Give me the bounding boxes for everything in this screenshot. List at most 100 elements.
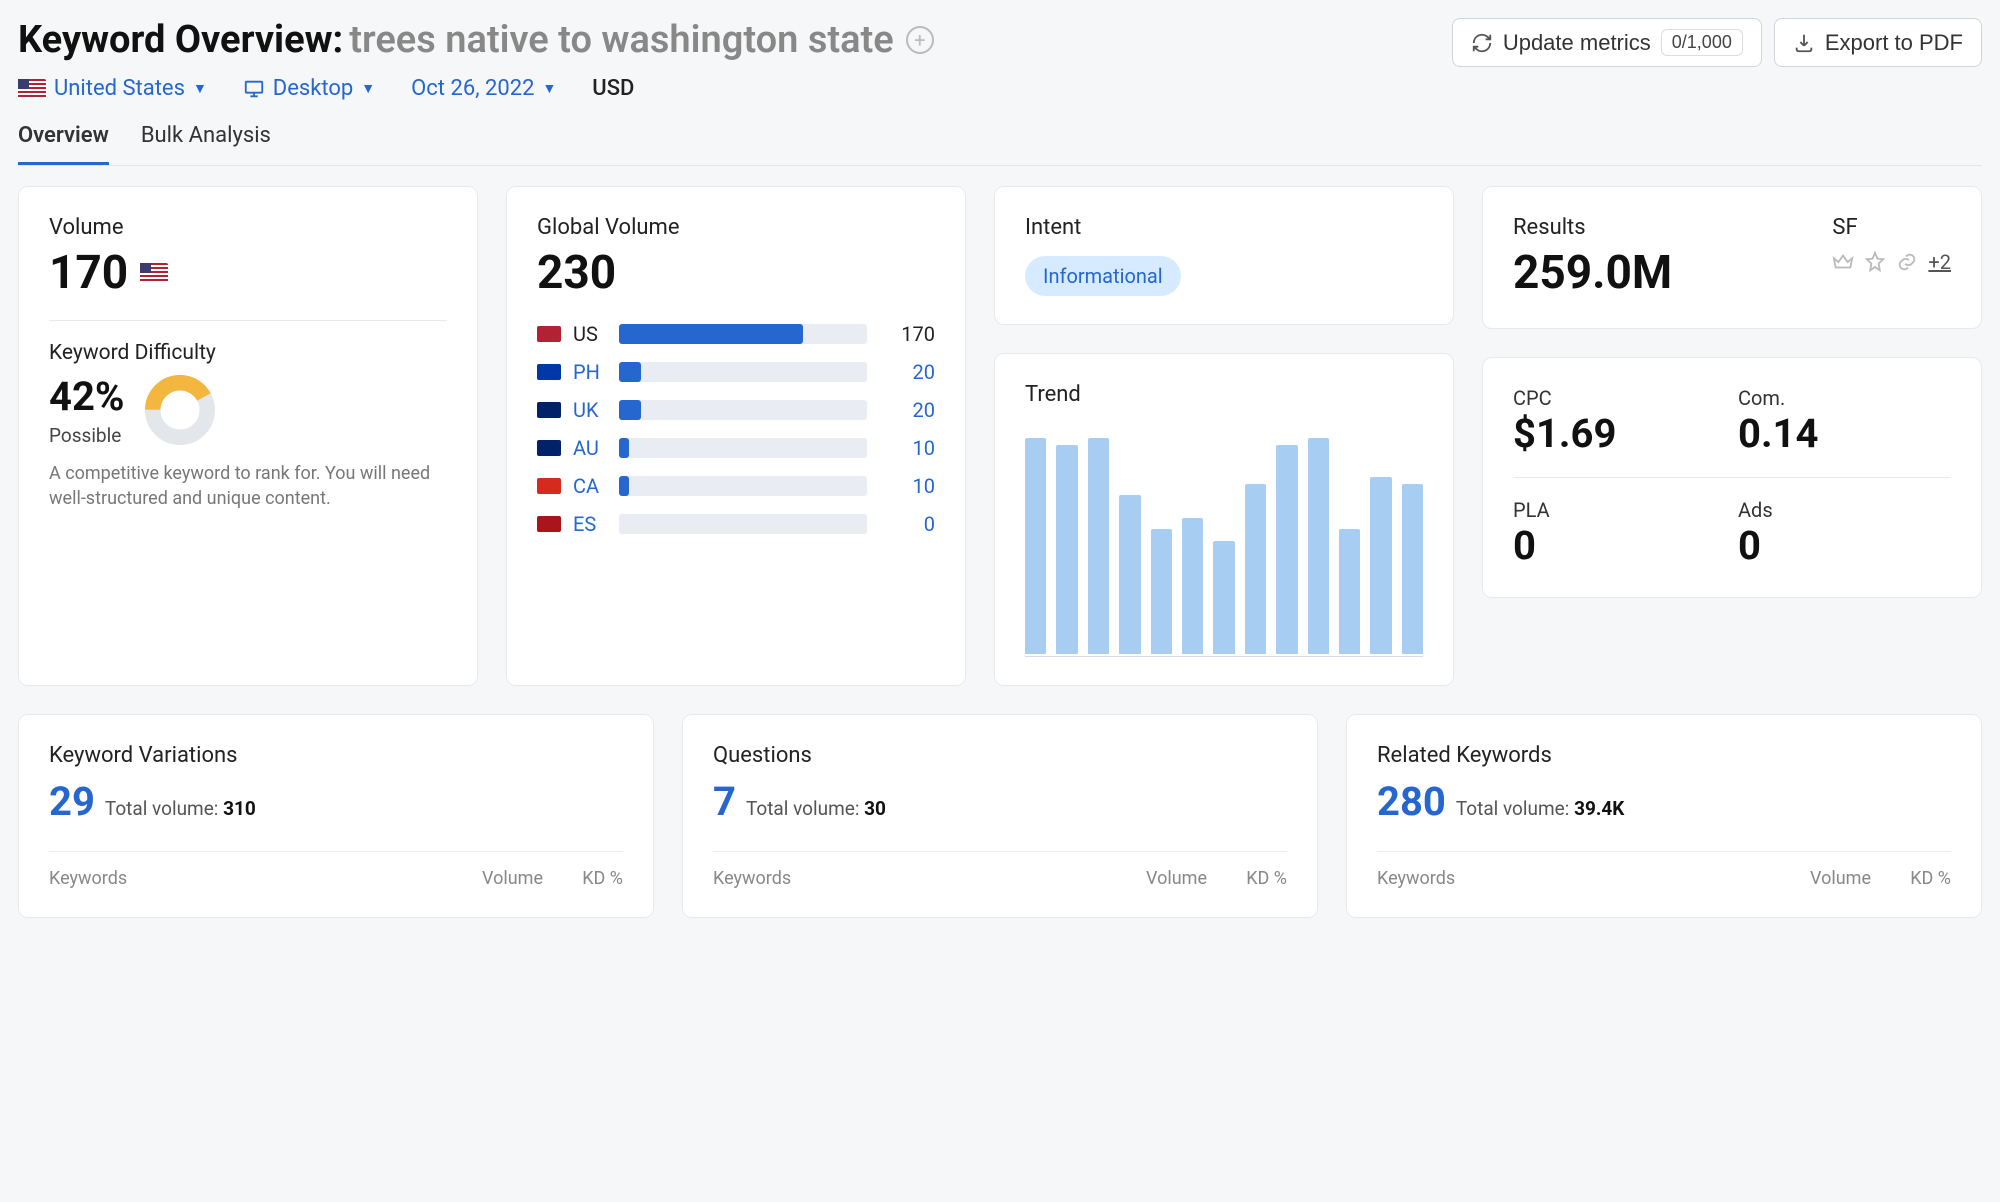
variations-totvol: Total volume: 310 xyxy=(105,797,256,820)
global-volume-total: 230 xyxy=(537,246,935,300)
trend-bar xyxy=(1119,495,1140,654)
ads-label: Ads xyxy=(1738,498,1951,522)
flag-us-icon xyxy=(18,79,46,99)
star-icon xyxy=(1864,251,1886,273)
trend-bar xyxy=(1276,445,1297,654)
flag-us-icon xyxy=(140,263,168,283)
link-icon xyxy=(1896,251,1918,273)
global-volume-row[interactable]: ES0 xyxy=(537,512,935,536)
kd-value: 42% xyxy=(49,373,124,420)
related-count[interactable]: 280 xyxy=(1377,778,1446,825)
variations-title: Keyword Variations xyxy=(49,743,623,768)
volume-bar xyxy=(619,324,867,344)
questions-table-header: Keywords Volume KD % xyxy=(713,851,1287,889)
volume-value: 170 xyxy=(49,246,447,300)
country-label: United States xyxy=(54,76,185,101)
country-code: AU xyxy=(573,436,607,460)
chevron-down-icon: ▼ xyxy=(193,80,207,97)
volume-bar xyxy=(619,476,867,496)
trend-bar xyxy=(1308,438,1329,654)
global-volume-title: Global Volume xyxy=(537,215,935,240)
results-card: Results 259.0M SF +2 xyxy=(1482,186,1982,329)
questions-card: Questions 7 Total volume: 30 Keywords Vo… xyxy=(682,714,1318,918)
kd-description: A competitive keyword to rank for. You w… xyxy=(49,461,447,511)
kd-donut-icon xyxy=(144,374,216,446)
update-counter: 0/1,000 xyxy=(1661,29,1743,56)
questions-title: Questions xyxy=(713,743,1287,768)
com-value: 0.14 xyxy=(1738,410,1951,457)
country-code: US xyxy=(573,322,607,346)
trend-bar xyxy=(1025,438,1046,654)
global-volume-row[interactable]: US 170 xyxy=(537,322,935,346)
desktop-icon xyxy=(243,78,265,100)
country-volume: 20 xyxy=(879,398,935,422)
country-volume: 10 xyxy=(879,474,935,498)
flag-icon xyxy=(537,440,561,456)
country-volume: 170 xyxy=(879,322,935,346)
trend-bar xyxy=(1245,484,1266,654)
flag-icon xyxy=(537,516,561,532)
country-volume: 10 xyxy=(879,436,935,460)
export-icon xyxy=(1793,32,1815,54)
global-volume-card: Global Volume 230 US 170 PH 20 UK 20 AU 10 CA 10 E… xyxy=(506,186,966,686)
serp-features-icons: +2 xyxy=(1832,250,1951,274)
trend-bar xyxy=(1370,477,1391,654)
export-pdf-button[interactable]: Export to PDF xyxy=(1774,18,1982,67)
country-filter[interactable]: United States ▼ xyxy=(18,76,207,101)
volume-title: Volume xyxy=(49,215,447,240)
trend-card: Trend xyxy=(994,353,1454,686)
crown-icon xyxy=(1832,251,1854,273)
tabs: Overview Bulk Analysis xyxy=(18,113,1982,166)
trend-bar xyxy=(1182,518,1203,654)
intent-title: Intent xyxy=(1025,215,1423,240)
keyword-variations-card: Keyword Variations 29 Total volume: 310 … xyxy=(18,714,654,918)
tab-overview[interactable]: Overview xyxy=(18,113,109,165)
com-label: Com. xyxy=(1738,386,1951,410)
kd-title: Keyword Difficulty xyxy=(49,341,447,365)
trend-bar xyxy=(1056,445,1077,654)
refresh-icon xyxy=(1471,32,1493,54)
trend-bar xyxy=(1151,529,1172,654)
trend-bar xyxy=(1402,484,1423,654)
country-code: PH xyxy=(573,360,607,384)
pla-value: 0 xyxy=(1513,522,1726,569)
sf-title: SF xyxy=(1832,215,1951,240)
global-volume-row[interactable]: CA 10 xyxy=(537,474,935,498)
country-volume: 20 xyxy=(879,360,935,384)
export-label: Export to PDF xyxy=(1825,30,1963,56)
country-code: CA xyxy=(573,474,607,498)
ads-value: 0 xyxy=(1738,522,1951,569)
global-volume-row[interactable]: PH 20 xyxy=(537,360,935,384)
flag-icon xyxy=(537,402,561,418)
sf-extra[interactable]: +2 xyxy=(1928,250,1951,274)
device-label: Desktop xyxy=(273,76,354,101)
intent-badge: Informational xyxy=(1025,256,1181,296)
global-volume-row[interactable]: UK 20 xyxy=(537,398,935,422)
kd-label: Possible xyxy=(49,424,124,447)
questions-count[interactable]: 7 xyxy=(713,778,736,825)
country-code: UK xyxy=(573,398,607,422)
chevron-down-icon: ▼ xyxy=(361,80,375,97)
trend-bar xyxy=(1339,529,1360,654)
date-filter[interactable]: Oct 26, 2022 ▼ xyxy=(411,76,556,101)
flag-icon xyxy=(537,478,561,494)
device-filter[interactable]: Desktop ▼ xyxy=(243,76,375,101)
update-metrics-button[interactable]: Update metrics 0/1,000 xyxy=(1452,18,1762,67)
flag-icon xyxy=(537,364,561,380)
global-volume-row[interactable]: AU 10 xyxy=(537,436,935,460)
related-title: Related Keywords xyxy=(1377,743,1951,768)
country-volume: 0 xyxy=(879,512,935,536)
cpc-card: CPC $1.69 Com. 0.14 PLA 0 Ads 0 xyxy=(1482,357,1982,598)
intent-card: Intent Informational xyxy=(994,186,1454,325)
variations-count[interactable]: 29 xyxy=(49,778,95,825)
update-label: Update metrics xyxy=(1503,30,1651,56)
related-keywords-card: Related Keywords 280 Total volume: 39.4K… xyxy=(1346,714,1982,918)
volume-bar xyxy=(619,514,867,534)
tab-bulk-analysis[interactable]: Bulk Analysis xyxy=(141,113,271,165)
cpc-label: CPC xyxy=(1513,386,1726,410)
add-keyword-icon[interactable]: + xyxy=(906,26,934,54)
volume-card: Volume 170 Keyword Difficulty 42% Possib… xyxy=(18,186,478,686)
cpc-value: $1.69 xyxy=(1513,410,1726,457)
related-table-header: Keywords Volume KD % xyxy=(1377,851,1951,889)
questions-totvol: Total volume: 30 xyxy=(746,797,886,820)
